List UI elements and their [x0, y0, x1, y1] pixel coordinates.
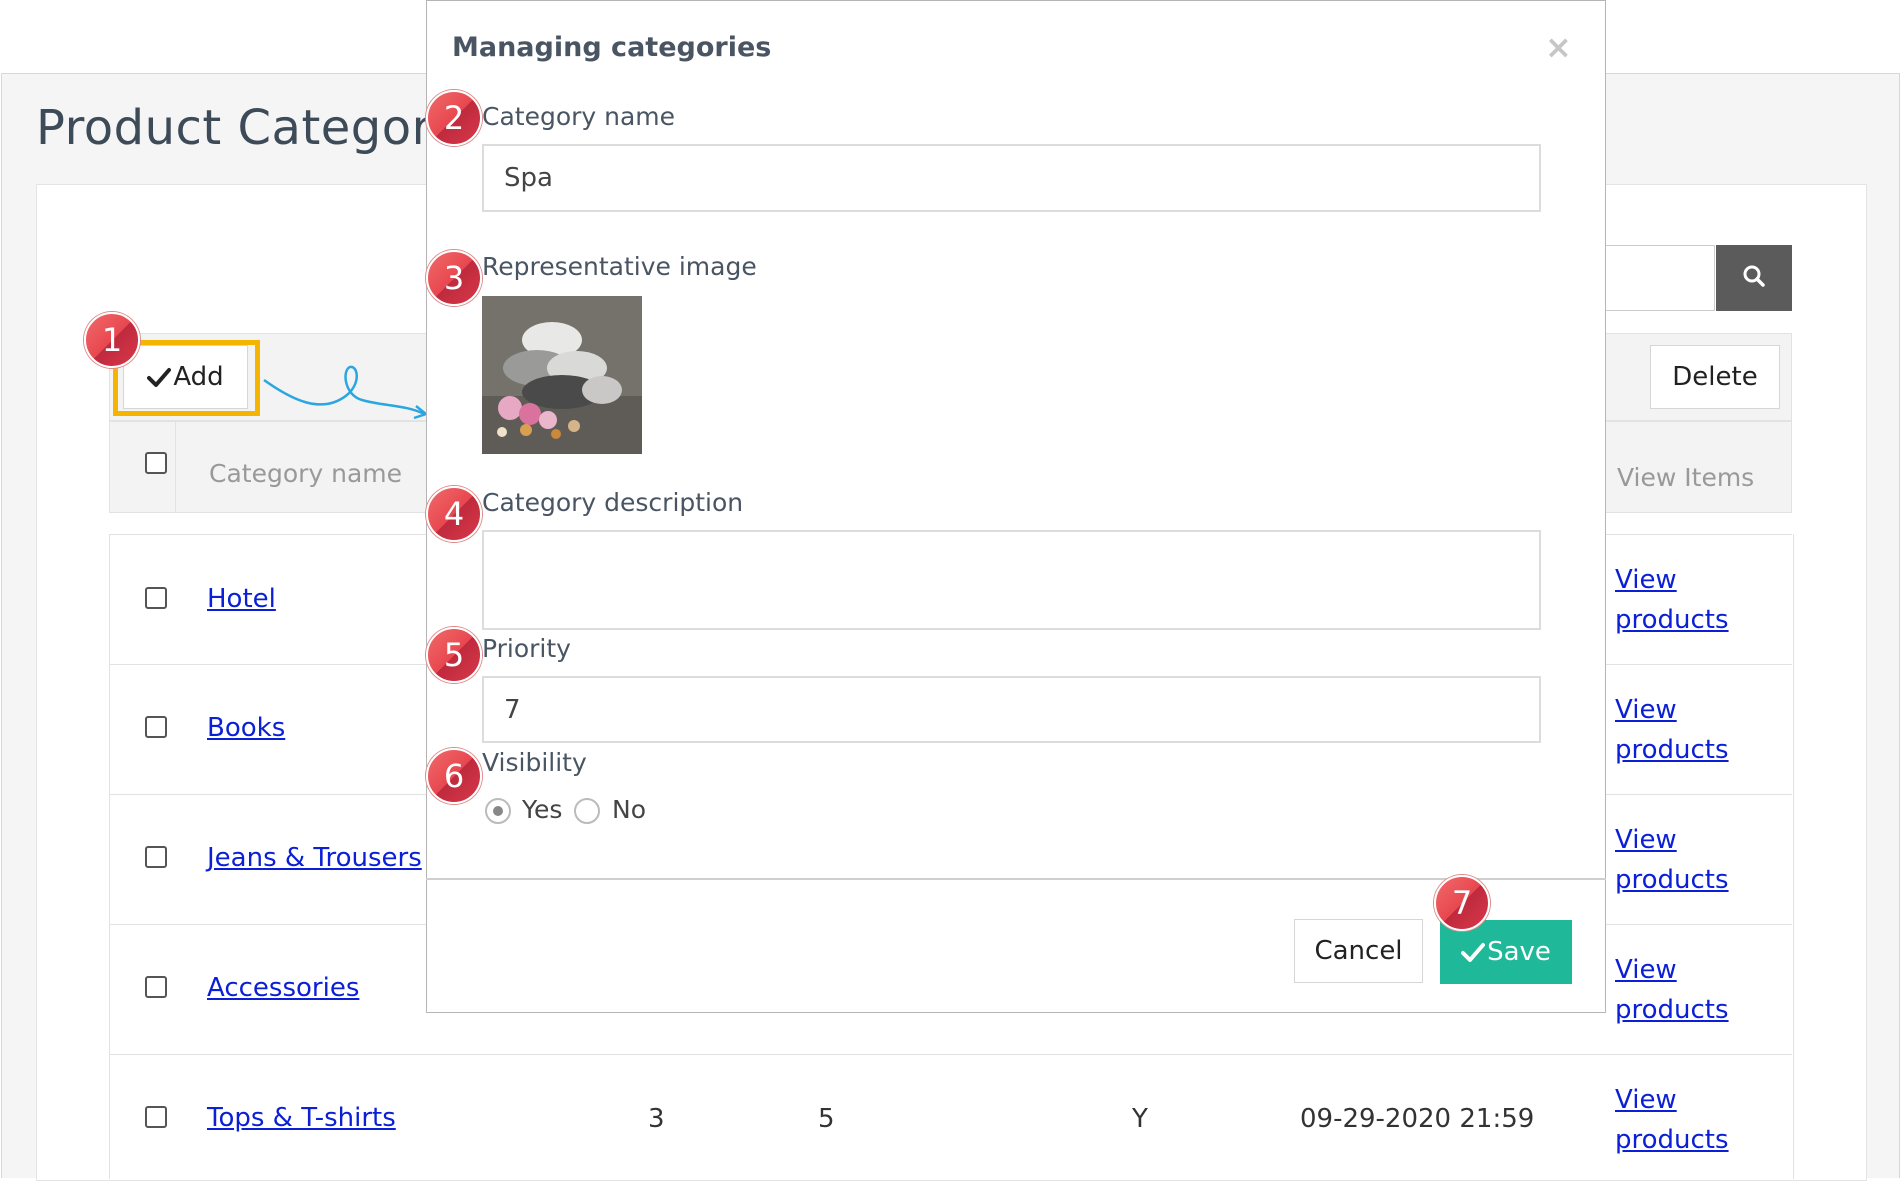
callout-badge: 2	[426, 90, 482, 146]
visibility-yes-label: Yes	[522, 795, 563, 824]
image-label: Representative image	[482, 252, 757, 281]
row-checkbox[interactable]	[145, 976, 167, 998]
radio-selected-dot	[493, 806, 503, 816]
callout-badge: 7	[1434, 875, 1490, 931]
view-products-link[interactable]: View products	[1615, 950, 1755, 1030]
callout-badge: 3	[426, 250, 482, 306]
category-link[interactable]: Accessories	[207, 973, 359, 1003]
modal-footer-divider	[426, 878, 1606, 880]
row-cell: 5	[818, 1104, 835, 1134]
visibility-no-label: No	[612, 795, 646, 824]
view-products-link[interactable]: View products	[1615, 560, 1755, 640]
priority-input[interactable]: 7	[482, 676, 1541, 743]
category-link[interactable]: Tops & T-shirts	[207, 1103, 396, 1133]
category-link[interactable]: Jeans & Trousers	[207, 843, 422, 873]
category-link[interactable]: Books	[207, 713, 285, 743]
visibility-label: Visibility	[482, 748, 587, 777]
modal-title: Managing categories	[452, 32, 772, 63]
check-icon	[1461, 941, 1486, 963]
close-icon[interactable]: ×	[1545, 28, 1572, 66]
callout-badge: 5	[426, 627, 482, 683]
row-checkbox[interactable]	[145, 587, 167, 609]
header-divider	[175, 421, 176, 513]
representative-image[interactable]	[482, 296, 642, 454]
view-products-link[interactable]: View products	[1615, 690, 1755, 770]
visibility-yes-radio[interactable]	[485, 798, 511, 824]
page-title: Product Category	[36, 100, 461, 156]
callout-badge: 6	[426, 748, 482, 804]
callout-badge: 1	[84, 312, 140, 368]
pointer-arrow	[263, 365, 429, 420]
header-view-items: View Items	[1617, 463, 1755, 492]
category-name-input[interactable]: Spa	[482, 144, 1541, 212]
search-icon	[1742, 264, 1766, 292]
save-button-label: Save	[1487, 937, 1551, 967]
cancel-button[interactable]: Cancel	[1294, 919, 1423, 983]
view-products-link[interactable]: View products	[1615, 1080, 1755, 1160]
row-checkbox[interactable]	[145, 1106, 167, 1128]
category-link[interactable]: Hotel	[207, 584, 276, 614]
description-textarea[interactable]	[482, 530, 1541, 630]
description-label: Category description	[482, 488, 744, 517]
delete-button[interactable]: Delete	[1650, 345, 1780, 409]
delete-button-label: Delete	[1672, 362, 1758, 392]
priority-label: Priority	[482, 634, 571, 663]
visibility-no-radio[interactable]	[574, 798, 600, 824]
callout-badge: 4	[426, 486, 482, 542]
category-name-label: Category name	[482, 102, 676, 131]
cancel-button-label: Cancel	[1314, 936, 1403, 966]
row-cell: Y	[1132, 1104, 1148, 1134]
select-all-checkbox[interactable]	[145, 452, 167, 474]
row-cell: 3	[648, 1104, 665, 1134]
row-checkbox[interactable]	[145, 716, 167, 738]
search-button[interactable]	[1716, 245, 1792, 311]
view-products-link[interactable]: View products	[1615, 820, 1755, 900]
row-date: 09-29-2020 21:59	[1300, 1104, 1535, 1134]
row-checkbox[interactable]	[145, 846, 167, 868]
header-category-name: Category name	[209, 459, 403, 488]
